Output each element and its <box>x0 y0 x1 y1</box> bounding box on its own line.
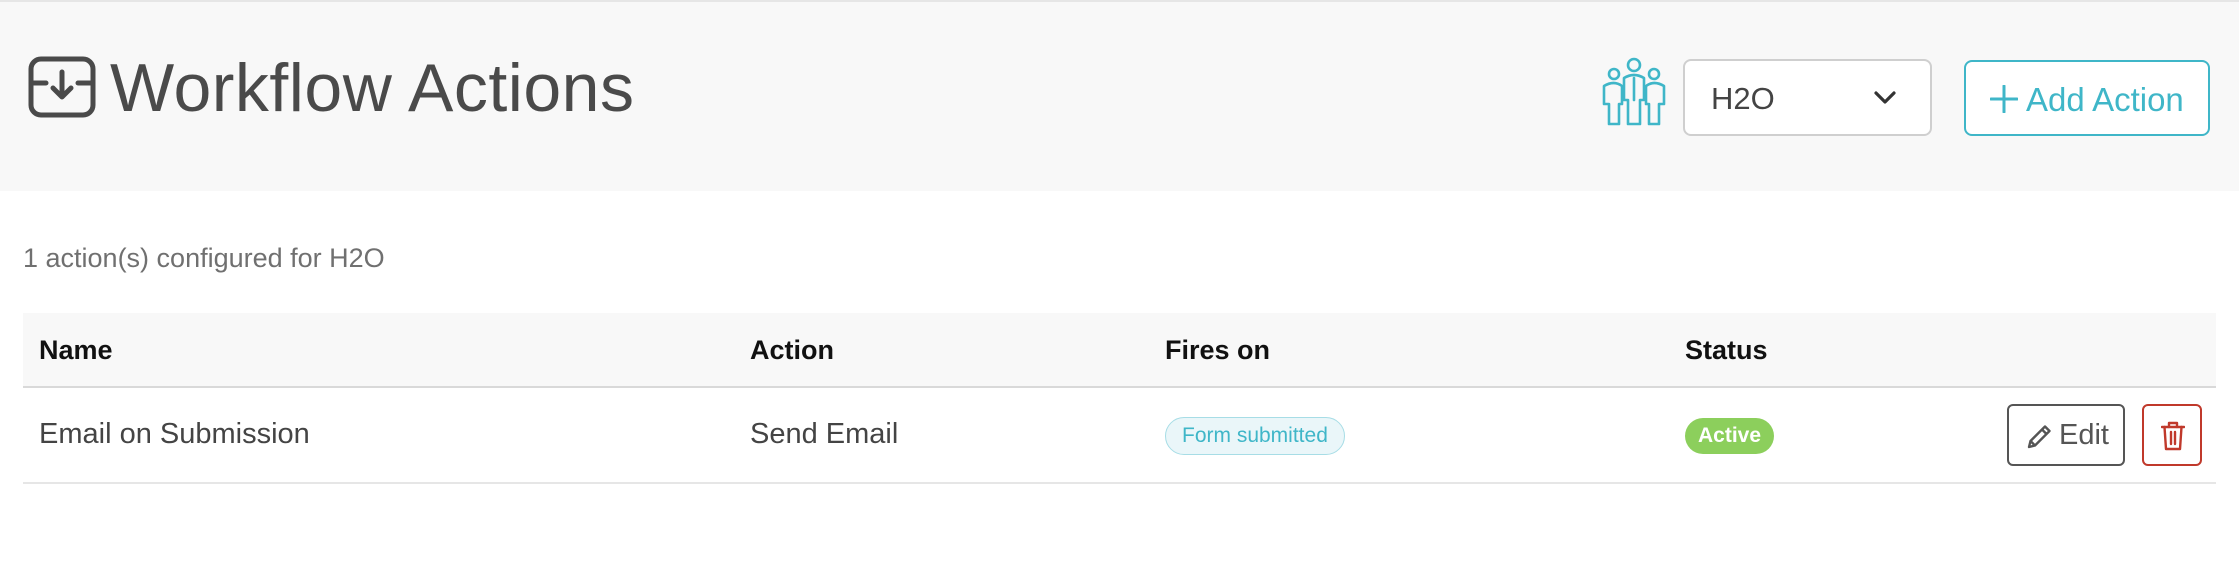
column-header-name: Name <box>39 335 113 365</box>
column-header-action: Action <box>750 335 834 365</box>
edit-button-label: Edit <box>2059 419 2109 451</box>
page-title: Workflow Actions <box>110 50 635 126</box>
table-header: Name Action Fires on Status <box>23 313 2216 388</box>
plus-icon <box>1990 85 2018 113</box>
organization-select[interactable]: H2O <box>1683 59 1932 136</box>
column-header-status: Status <box>1685 335 1768 365</box>
trash-icon <box>2161 421 2185 451</box>
add-action-label: Add Action <box>2026 81 2184 118</box>
status-badge: Active <box>1685 418 1775 454</box>
inbox-download-icon <box>28 56 96 118</box>
actions-summary: 1 action(s) configured for H2O <box>23 243 385 273</box>
pencil-icon <box>2027 425 2051 449</box>
page-header: Workflow Actions H2O Add Action <box>0 0 2239 191</box>
action-name-cell: Email on Submission <box>39 418 310 450</box>
team-people-icon <box>1602 57 1666 126</box>
actions-table: Name Action Fires on Status Email on Sub… <box>23 313 2216 484</box>
chevron-down-icon <box>1874 91 1896 104</box>
fires-on-badge: Form submitted <box>1165 417 1345 455</box>
table-row: Email on Submission Send Email Form subm… <box>23 388 2216 484</box>
delete-button[interactable] <box>2142 404 2202 466</box>
edit-button[interactable]: Edit <box>2007 404 2125 466</box>
add-action-button[interactable]: Add Action <box>1964 60 2210 136</box>
column-header-fires-on: Fires on <box>1165 335 1271 365</box>
action-type-cell: Send Email <box>750 418 899 450</box>
organization-select-value: H2O <box>1711 81 1775 116</box>
